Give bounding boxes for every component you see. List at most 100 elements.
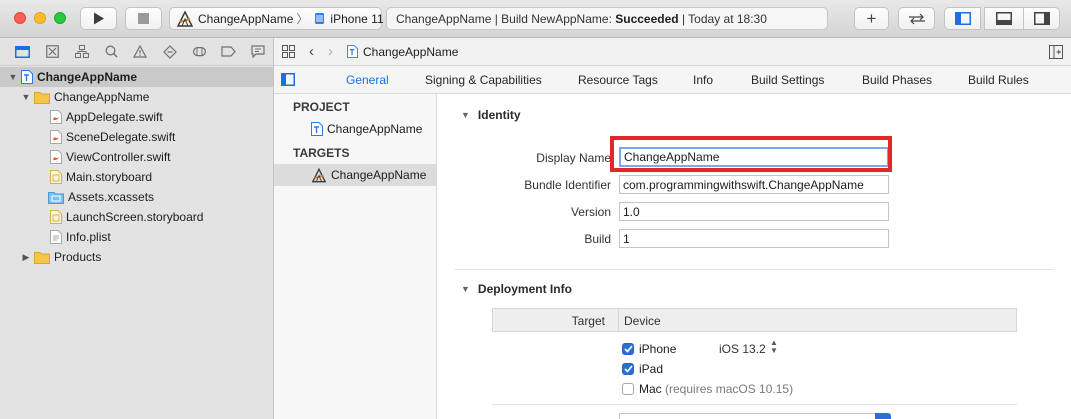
hide-targets-icon[interactable] bbox=[281, 73, 295, 86]
storyboard-file-icon bbox=[50, 170, 62, 184]
checkmark-icon bbox=[623, 365, 633, 373]
add-editor-icon[interactable] bbox=[1049, 45, 1063, 59]
dropdown-arrow-icon bbox=[875, 413, 891, 419]
build-label: Build bbox=[584, 232, 611, 246]
build-field[interactable] bbox=[619, 229, 889, 248]
mac-label-text: Mac bbox=[639, 382, 662, 396]
disclosure-down-icon[interactable]: ▼ bbox=[461, 110, 470, 120]
scheme-target-label: ChangeAppName bbox=[198, 11, 294, 26]
toggle-debug-area-button[interactable] bbox=[984, 7, 1024, 30]
tree-row-label: ViewController.swift bbox=[66, 150, 171, 164]
targets-section-header: TARGETS bbox=[293, 146, 350, 160]
stepper-arrows-icon[interactable]: ▲ ▼ bbox=[770, 339, 778, 355]
tree-row-file[interactable]: Main.storyboard bbox=[0, 167, 273, 187]
storyboard-file-icon bbox=[50, 210, 62, 224]
mac-label: Mac (requires macOS 10.15) bbox=[639, 382, 793, 396]
tree-row-label: Assets.xcassets bbox=[68, 190, 155, 204]
warning-icon bbox=[133, 45, 148, 58]
speech-bubble-icon bbox=[251, 45, 265, 58]
disclosure-down-icon[interactable]: ▼ bbox=[21, 92, 31, 102]
tree-row-file[interactable]: Assets.xcassets bbox=[0, 187, 273, 207]
spray-can-icon bbox=[192, 47, 206, 57]
deployment-section-header[interactable]: ▼ Deployment Info bbox=[461, 282, 572, 296]
forward-arrow-icon[interactable]: › bbox=[328, 43, 333, 60]
target-item-label: ChangeAppName bbox=[331, 168, 427, 182]
code-review-button[interactable] bbox=[898, 7, 935, 30]
grid-icon[interactable] bbox=[282, 45, 295, 58]
display-name-label: Display Name bbox=[536, 151, 611, 165]
tree-row-group[interactable]: ▼ ChangeAppName bbox=[0, 87, 273, 107]
source-control-tab[interactable] bbox=[37, 42, 66, 62]
plus-icon: + bbox=[866, 9, 877, 28]
folder-icon bbox=[34, 251, 50, 264]
tab-signing-capabilities[interactable]: Signing & Capabilities bbox=[425, 73, 542, 87]
source-control-icon bbox=[45, 45, 59, 58]
tab-build-rules[interactable]: Build Rules bbox=[968, 73, 1029, 87]
tree-row-label: AppDelegate.swift bbox=[66, 110, 163, 124]
toggle-inspector-button[interactable] bbox=[1023, 7, 1060, 30]
symbol-navigator-tab[interactable] bbox=[67, 42, 96, 62]
tree-row-file[interactable]: Info.plist bbox=[0, 227, 273, 247]
report-navigator-tab[interactable] bbox=[244, 42, 273, 62]
disclosure-down-icon[interactable]: ▼ bbox=[461, 284, 470, 294]
tree-row-project[interactable]: ▼ ChangeAppName bbox=[0, 67, 273, 87]
section-divider bbox=[455, 269, 1053, 270]
breadcrumb[interactable]: ChangeAppName bbox=[363, 45, 458, 59]
tab-resource-tags[interactable]: Resource Tags bbox=[578, 73, 658, 87]
library-button[interactable]: + bbox=[854, 7, 889, 30]
column-separator bbox=[618, 309, 619, 331]
close-window-button[interactable] bbox=[14, 12, 26, 24]
tab-build-phases[interactable]: Build Phases bbox=[862, 73, 932, 87]
back-arrow-icon[interactable]: ‹ bbox=[309, 43, 314, 60]
minimize-window-button[interactable] bbox=[34, 12, 46, 24]
project-section-header: PROJECT bbox=[293, 100, 350, 114]
folder-nav-icon bbox=[15, 46, 31, 58]
target-item[interactable]: ChangeAppName bbox=[274, 164, 436, 186]
mac-checkbox[interactable] bbox=[622, 383, 634, 395]
deployment-title: Deployment Info bbox=[477, 282, 572, 296]
disclosure-down-icon[interactable]: ▼ bbox=[8, 72, 18, 82]
zoom-window-button[interactable] bbox=[54, 12, 66, 24]
device-column-header: Device bbox=[624, 314, 661, 328]
plist-file-icon bbox=[50, 230, 62, 244]
tree-row-label: Main.storyboard bbox=[66, 170, 153, 184]
tree-row-group[interactable]: ▶ Products bbox=[0, 247, 273, 267]
tree-row-file[interactable]: ViewController.swift bbox=[0, 147, 273, 167]
toggle-navigator-button[interactable] bbox=[944, 7, 981, 30]
tab-info[interactable]: Info bbox=[693, 73, 713, 87]
identity-section-header[interactable]: ▼ Identity bbox=[461, 108, 521, 122]
scheme-selector[interactable]: ChangeAppName 〉 iPhone 11 bbox=[169, 7, 384, 30]
swift-file-icon bbox=[50, 150, 62, 164]
search-icon bbox=[105, 45, 118, 58]
project-navigator: ▼ ChangeAppName ▼ ChangeAppName AppDeleg… bbox=[0, 38, 274, 419]
test-navigator-tab[interactable] bbox=[155, 42, 184, 62]
project-item[interactable]: ChangeAppName bbox=[274, 118, 436, 140]
stop-button[interactable] bbox=[125, 7, 162, 30]
folder-icon bbox=[34, 91, 50, 104]
ipad-checkbox[interactable] bbox=[622, 363, 634, 375]
issue-navigator-tab[interactable] bbox=[126, 42, 155, 62]
debug-navigator-tab[interactable] bbox=[185, 42, 214, 62]
disclosure-right-icon[interactable]: ▶ bbox=[21, 252, 31, 263]
swift-file-icon bbox=[50, 130, 62, 144]
iphone-checkbox[interactable] bbox=[622, 343, 634, 355]
app-target-icon bbox=[176, 10, 194, 27]
version-field[interactable] bbox=[619, 202, 889, 221]
project-file-icon bbox=[347, 45, 358, 58]
ios-version-select[interactable]: iOS 13.2 bbox=[719, 342, 766, 356]
tab-general[interactable]: General bbox=[346, 73, 389, 87]
main-interface-dropdown[interactable] bbox=[619, 413, 891, 419]
iphone-label: iPhone bbox=[639, 342, 677, 356]
bundle-identifier-field[interactable] bbox=[619, 175, 889, 194]
tree-row-file[interactable]: SceneDelegate.swift bbox=[0, 127, 273, 147]
right-panel-icon bbox=[1033, 12, 1050, 25]
version-label: Version bbox=[570, 205, 611, 219]
tree-row-file[interactable]: AppDelegate.swift bbox=[0, 107, 273, 127]
tab-build-settings[interactable]: Build Settings bbox=[751, 73, 824, 87]
tree-row-file[interactable]: LaunchScreen.storyboard bbox=[0, 207, 273, 227]
run-button[interactable] bbox=[80, 7, 117, 30]
project-navigator-tab[interactable] bbox=[8, 42, 37, 62]
find-navigator-tab[interactable] bbox=[96, 42, 125, 62]
breakpoint-navigator-tab[interactable] bbox=[214, 42, 243, 62]
scheme-device-label: iPhone 11 bbox=[330, 11, 384, 26]
